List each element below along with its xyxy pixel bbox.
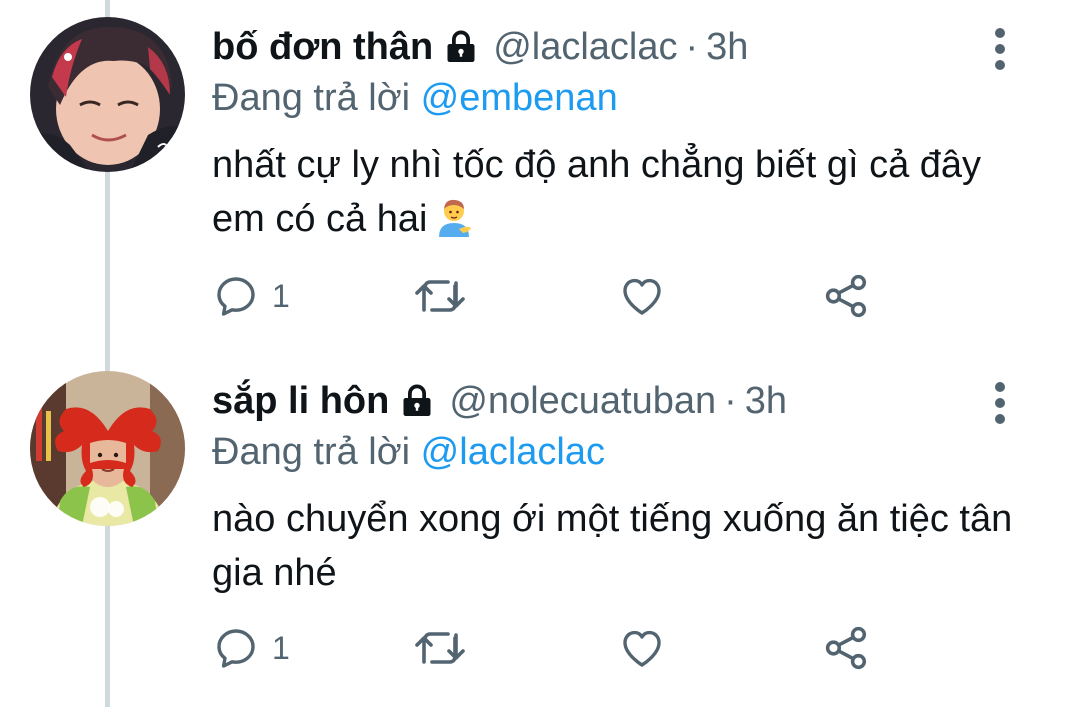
- retweet-icon: [415, 280, 465, 312]
- more-vertical-icon[interactable]: [988, 380, 1012, 426]
- reply-button[interactable]: 1: [212, 620, 290, 676]
- tweet-text: nhất cự ly nhì tốc độ anh chẳng biết gì …: [212, 138, 1032, 246]
- heart-icon: [623, 278, 661, 315]
- timestamp[interactable]: 3h: [745, 376, 787, 426]
- retweet-button[interactable]: [412, 620, 468, 676]
- avatar-image: [30, 371, 185, 526]
- replying-prefix: Đang trả lời: [212, 77, 411, 119]
- user-handle[interactable]: @laclaclac: [493, 22, 677, 72]
- display-name[interactable]: sắp li hôn: [212, 376, 389, 426]
- replying-mention-link[interactable]: @embenan: [421, 77, 618, 119]
- tweet-text-content: nào chuyển xong ới một tiếng xuống ăn ti…: [212, 498, 1013, 594]
- tweet[interactable]: sắp li hôn @nolecuatuban · 3h Đang trả l…: [0, 354, 1080, 707]
- retweet-icon: [415, 632, 465, 664]
- tweet[interactable]: bố đơn thân @laclaclac · 3h Đang trả lời…: [0, 0, 1080, 352]
- reply-icon: [217, 629, 255, 668]
- timestamp[interactable]: 3h: [706, 22, 748, 72]
- share-button[interactable]: [822, 268, 872, 324]
- reply-count: 1: [272, 629, 290, 666]
- tweet-text-content: nhất cự ly nhì tốc độ anh chẳng biết gì …: [212, 144, 982, 240]
- share-icon: [825, 626, 867, 670]
- avatar-image: [30, 17, 185, 172]
- lock-icon: [403, 384, 431, 416]
- tweet-text: nào chuyển xong ới một tiếng xuống ăn ti…: [212, 492, 1032, 600]
- like-button[interactable]: [617, 620, 667, 676]
- replying-to-line: Đang trả lời @embenan: [212, 73, 618, 123]
- share-button[interactable]: [822, 620, 872, 676]
- separator-dot: ·: [685, 26, 699, 68]
- reply-button[interactable]: 1: [212, 268, 290, 324]
- more-vertical-icon[interactable]: [988, 26, 1012, 72]
- avatar[interactable]: [30, 17, 185, 172]
- like-button[interactable]: [617, 268, 667, 324]
- display-name[interactable]: bố đơn thân: [212, 22, 433, 72]
- reply-count: 1: [272, 277, 290, 314]
- heart-icon: [623, 630, 661, 667]
- replying-prefix: Đang trả lời: [212, 431, 411, 473]
- lock-icon: [447, 30, 475, 62]
- replying-mention-link[interactable]: @laclaclac: [421, 431, 605, 473]
- reply-icon: [217, 277, 255, 316]
- tweet-actions: 1: [212, 620, 892, 676]
- man-tipping-hand-emoji: [439, 199, 472, 237]
- share-icon: [825, 274, 867, 318]
- tweet-header: sắp li hôn @nolecuatuban · 3h: [212, 376, 787, 426]
- separator-dot: ·: [724, 380, 737, 422]
- user-handle[interactable]: @nolecuatuban: [449, 376, 716, 426]
- replying-to-line: Đang trả lời @laclaclac: [212, 427, 605, 477]
- retweet-button[interactable]: [412, 268, 468, 324]
- tweet-actions: 1: [212, 268, 892, 324]
- avatar[interactable]: [30, 371, 185, 526]
- tweet-header: bố đơn thân @laclaclac · 3h: [212, 22, 748, 72]
